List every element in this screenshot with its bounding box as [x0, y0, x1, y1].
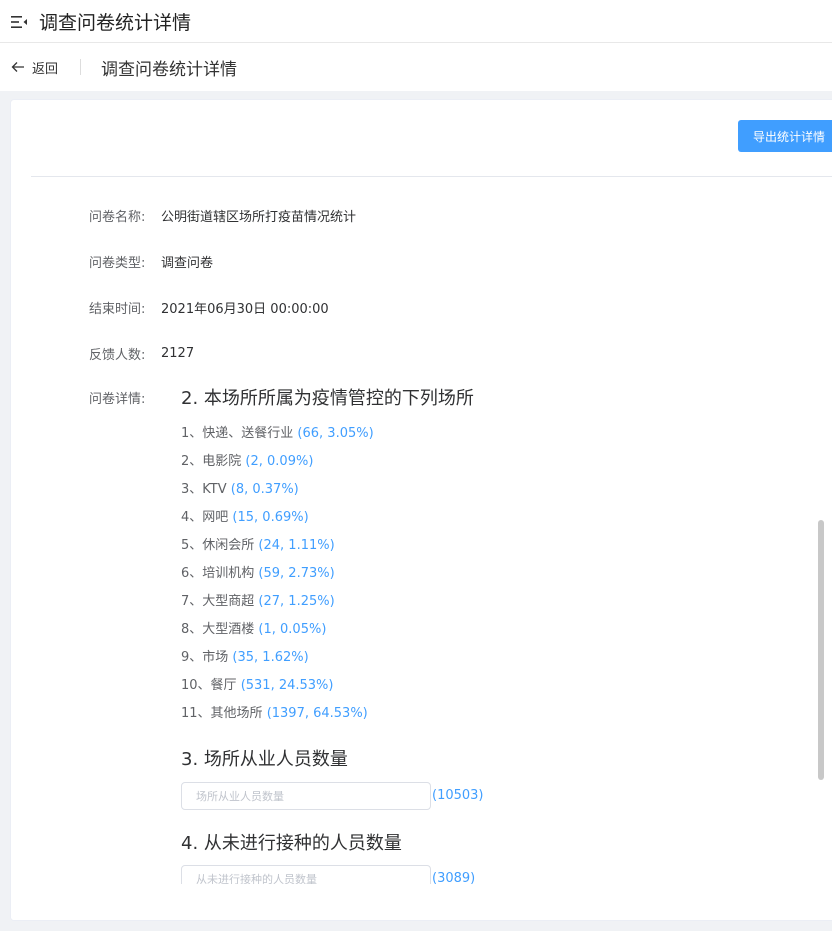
menu-fold-icon[interactable]	[11, 14, 27, 30]
option-stat: (1, 0.05%)	[258, 622, 327, 637]
info-value: 公明街道辖区场所打疫苗情况统计	[161, 209, 357, 225]
list-item: 1、快递、送餐行业 (66, 3.05%)	[181, 420, 374, 448]
info-row-feedback-count: 反馈人数: 2127	[89, 343, 194, 363]
export-stats-button[interactable]: 导出统计详情	[738, 120, 832, 152]
info-value: 2021年06月30日 00:00:00	[161, 301, 329, 317]
list-item: 6、培训机构 (59, 2.73%)	[181, 560, 374, 588]
info-value: 调查问卷	[161, 255, 214, 271]
list-item: 10、餐厅 (531, 24.53%)	[181, 672, 374, 700]
option-label: 8、大型酒楼	[181, 622, 255, 637]
question-title: 3. 场所从业人员数量	[181, 749, 348, 770]
list-item: 5、休闲会所 (24, 1.11%)	[181, 532, 374, 560]
option-stat: (531, 24.53%)	[240, 678, 334, 693]
card-divider	[31, 176, 832, 177]
option-label: 9、市场	[181, 650, 229, 665]
list-item: 9、市场 (35, 1.62%)	[181, 644, 374, 672]
page-title: 调查问卷统计详情	[39, 12, 192, 34]
nav-title: 调查问卷统计详情	[101, 60, 237, 80]
option-label: 10、餐厅	[181, 678, 237, 693]
option-stat: (24, 1.11%)	[258, 538, 335, 553]
option-stat: (1397, 64.53%)	[266, 706, 368, 721]
info-row-end-time: 结束时间: 2021年06月30日 00:00:00	[89, 297, 329, 317]
option-label: 5、休闲会所	[181, 538, 255, 553]
info-label: 反馈人数:	[89, 347, 146, 363]
option-label: 2、电影院	[181, 454, 242, 469]
info-value: 2127	[161, 345, 195, 361]
list-item: 8、大型酒楼 (1, 0.05%)	[181, 616, 374, 644]
top-bar: 调查问卷统计详情	[0, 0, 832, 43]
option-stat: (66, 3.05%)	[297, 426, 374, 441]
option-label: 6、培训机构	[181, 566, 255, 581]
question-title: 4. 从未进行接种的人员数量	[181, 833, 402, 854]
option-label: 11、其他场所	[181, 706, 263, 721]
question-title: 2. 本场所所属为疫情管控的下列场所	[181, 388, 474, 409]
option-list: 1、快递、送餐行业 (66, 3.05%) 2、电影院 (2, 0.09%) 3…	[181, 420, 374, 728]
option-label: 3、KTV	[181, 482, 227, 497]
info-label: 结束时间:	[89, 301, 146, 317]
nav-bar: 返回 调查问卷统计详情	[0, 43, 832, 91]
scroll-clip	[11, 884, 832, 920]
nav-divider	[80, 59, 81, 75]
option-stat: (35, 1.62%)	[232, 650, 309, 665]
staff-count-input[interactable]	[181, 782, 431, 810]
arrow-left-icon	[11, 62, 24, 72]
option-label: 1、快递、送餐行业	[181, 426, 294, 441]
list-item: 11、其他场所 (1397, 64.53%)	[181, 700, 374, 728]
option-stat: (8, 0.37%)	[230, 482, 299, 497]
list-item: 3、KTV (8, 0.37%)	[181, 476, 374, 504]
option-stat: (15, 0.69%)	[232, 510, 309, 525]
list-item: 4、网吧 (15, 0.69%)	[181, 504, 374, 532]
details-label: 问卷详情:	[89, 392, 146, 407]
info-label: 问卷类型:	[89, 255, 146, 271]
list-item: 7、大型商超 (27, 1.25%)	[181, 588, 374, 616]
info-label: 问卷名称:	[89, 209, 146, 225]
option-stat: (59, 2.73%)	[258, 566, 335, 581]
option-label: 4、网吧	[181, 510, 229, 525]
option-label: 7、大型商超	[181, 594, 255, 609]
option-stat: (2, 0.09%)	[245, 454, 314, 469]
staff-count-stat: (10503)	[432, 788, 484, 803]
info-row-name: 问卷名称: 公明街道辖区场所打疫苗情况统计	[89, 205, 356, 225]
content-card: 导出统计详情 问卷名称: 公明街道辖区场所打疫苗情况统计 问卷类型: 调查问卷 …	[10, 99, 832, 921]
info-row-type: 问卷类型: 调查问卷	[89, 251, 213, 271]
back-label: 返回	[32, 61, 59, 77]
option-stat: (27, 1.25%)	[258, 594, 335, 609]
scrollbar[interactable]	[818, 520, 824, 780]
list-item: 2、电影院 (2, 0.09%)	[181, 448, 374, 476]
back-button[interactable]: 返回	[10, 57, 58, 77]
